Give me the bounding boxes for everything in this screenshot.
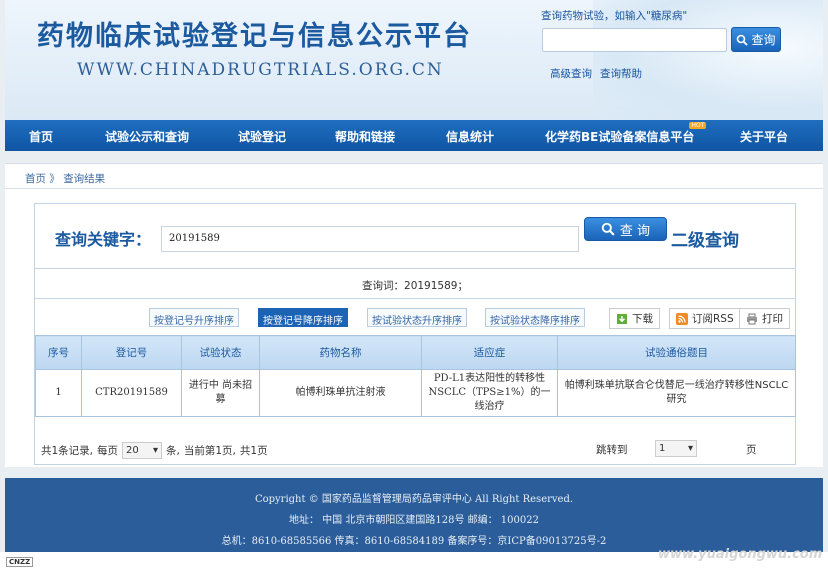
per-page-label: 每页 — [97, 445, 119, 457]
download-icon — [617, 313, 627, 324]
cell-regno[interactable]: CTR20191589 — [81, 369, 182, 417]
site-url: WWW.CHINADRUGTRIALS.ORG.CN — [77, 60, 444, 80]
hot-badge: HOT — [689, 122, 707, 129]
chevron-down-icon: ▾ — [687, 443, 693, 454]
search-icon — [737, 34, 749, 46]
site-footer: Copyright © 国家药品监督管理局药品审评中心 All Right Re… — [5, 478, 823, 552]
sort-status-asc-button[interactable]: 按试验状态升序排序 — [367, 308, 467, 327]
nav-trial-search[interactable]: 试验公示和查询 — [105, 128, 189, 145]
col-header-regno: 登记号 — [81, 335, 182, 370]
cell-indication: PD-L1表达阳性的转移性NSCLC（TPS≥1%）的一线治疗 — [421, 369, 558, 417]
keyword-input[interactable]: 20191589 — [161, 226, 579, 252]
jump-label: 跳转到 — [596, 444, 628, 456]
breadcrumb-separator: 》 — [49, 173, 60, 185]
cell-title[interactable]: 帕博利珠单抗联合仑伐替尼一线治疗转移性NSCLC研究 — [557, 369, 796, 417]
top-search-button[interactable]: 查询 — [731, 27, 781, 52]
print-label: 打印 — [762, 313, 783, 325]
rss-label: 订阅RSS — [692, 313, 734, 325]
sort-toolbar: 按登记号升序排序 按登记号降序排序 按试验状态升序排序 按试验状态降序排序 下载… — [35, 299, 795, 333]
sort-regno-asc-button[interactable]: 按登记号升序排序 — [149, 308, 239, 327]
site-title: 药物临床试验登记与信息公示平台 — [37, 21, 472, 52]
nav-statistics[interactable]: 信息统计 — [446, 128, 494, 145]
jump-page-select[interactable]: 1 ▾ — [655, 440, 697, 457]
cell-index: 1 — [35, 369, 82, 417]
results-table: 序号 登记号 试验状态 药物名称 适应症 试验通俗题目 1 CTR2019158… — [35, 335, 796, 417]
top-search-button-label: 查询 — [751, 33, 776, 47]
print-button[interactable]: 打印 — [739, 308, 790, 329]
jump-page-value: 1 — [659, 443, 666, 454]
second-query-link[interactable]: 二级查询 — [671, 226, 739, 251]
rss-button[interactable]: 订阅RSS — [669, 308, 741, 329]
download-label: 下载 — [632, 313, 653, 325]
search-icon — [601, 222, 615, 236]
sort-status-desc-button[interactable]: 按试验状态降序排序 — [485, 308, 585, 327]
search-button-label: 查 询 — [619, 223, 651, 239]
site-header: 药物临床试验登记与信息公示平台 WWW.CHINADRUGTRIALS.ORG.… — [5, 0, 823, 120]
cell-drug: 帕博利珠单抗注射液 — [259, 369, 422, 417]
results-panel: 查询关键字： 20191589 查 询 二级查询 查询词：20191589； 按… — [34, 203, 796, 465]
col-header-drug: 药物名称 — [259, 335, 422, 370]
cell-status: 进行中 尚未招募 — [181, 369, 260, 417]
cnzz-badge[interactable]: CNZZ — [6, 557, 34, 567]
footer-contact: 总机：8610-68585566 传真：8610-68584189 备案序号：京… — [221, 536, 607, 547]
breadcrumb-current: 查询结果 — [63, 173, 106, 185]
per-page-select[interactable]: 20 ▾ — [122, 442, 163, 459]
jump-page-unit: 页 — [746, 444, 757, 456]
nav-be-platform-label: 化学药BE试验备案信息平台 — [545, 130, 695, 144]
download-button[interactable]: 下载 — [609, 308, 660, 329]
top-search-input[interactable] — [542, 28, 727, 52]
current-page: 当前第1页, — [183, 445, 236, 457]
col-header-index: 序号 — [35, 335, 82, 370]
search-button[interactable]: 查 询 — [584, 217, 667, 241]
nav-about[interactable]: 关于平台 — [740, 128, 788, 145]
printer-icon — [747, 313, 757, 324]
table-row[interactable]: 1 CTR20191589 进行中 尚未招募 帕博利珠单抗注射液 PD-L1表达… — [35, 369, 796, 417]
query-summary: 查询词：20191589； — [35, 268, 795, 299]
nav-help-links[interactable]: 帮助和链接 — [335, 128, 395, 145]
per-page-unit: 条, — [166, 445, 180, 457]
watermark: www.yuaigongwu.com — [658, 547, 823, 562]
top-search-hint: 查询药物试验，如输入"糖尿病" — [541, 10, 688, 22]
nav-home[interactable]: 首页 — [29, 128, 53, 145]
pagination: 共1条记录, 每页 20 ▾ 条, 当前第1页, 共1页 — [41, 442, 268, 459]
footer-copyright: Copyright © 国家药品监督管理局药品审评中心 All Right Re… — [254, 494, 574, 505]
main-nav: 首页 试验公示和查询 试验登记 帮助和链接 信息统计 化学药BE试验备案信息平台… — [5, 120, 823, 151]
breadcrumb: 首页 》 查询结果 — [5, 163, 823, 189]
search-help-link[interactable]: 查询帮助 — [600, 66, 642, 81]
sort-regno-desc-button[interactable]: 按登记号降序排序 — [258, 308, 348, 327]
table-header-row: 序号 登记号 试验状态 药物名称 适应症 试验通俗题目 — [35, 335, 796, 370]
keyword-label: 查询关键字： — [55, 230, 152, 249]
nav-be-platform[interactable]: 化学药BE试验备案信息平台 HOT — [545, 122, 707, 145]
breadcrumb-home[interactable]: 首页 — [25, 173, 46, 185]
per-page-value: 20 — [126, 445, 139, 456]
rss-icon — [676, 312, 688, 325]
footer-address: 地址： 中国 北京市朝阳区建国路128号 邮编： 100022 — [289, 515, 539, 526]
col-header-title: 试验通俗题目 — [557, 335, 796, 370]
chevron-down-icon: ▾ — [153, 445, 159, 456]
nav-trial-registration[interactable]: 试验登记 — [238, 128, 286, 145]
advanced-search-link[interactable]: 高级查询 — [550, 66, 592, 81]
col-header-status: 试验状态 — [181, 335, 260, 370]
main-content: 查询关键字： 20191589 查 询 二级查询 查询词：20191589； 按… — [5, 189, 823, 467]
total-pages: 共1页 — [239, 445, 268, 457]
total-records: 共1条记录, — [41, 445, 94, 457]
col-header-indication: 适应症 — [421, 335, 558, 370]
